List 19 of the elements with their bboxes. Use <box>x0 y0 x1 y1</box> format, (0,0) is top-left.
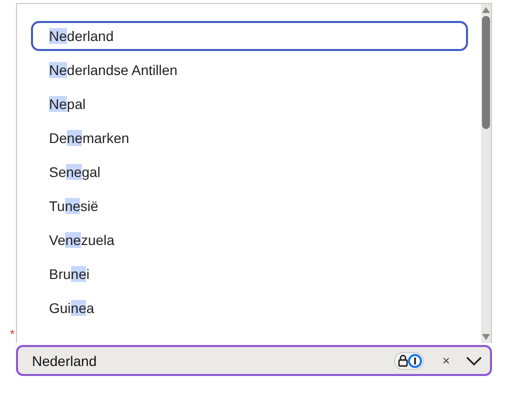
country-option[interactable]: Nederland <box>31 21 468 51</box>
combobox-value: Nederland <box>32 352 98 368</box>
scrollbar-thumb[interactable] <box>482 16 490 129</box>
country-option[interactable]: Brunei <box>31 259 468 289</box>
country-option[interactable]: Tunesië <box>31 191 468 221</box>
country-option[interactable]: Nepal <box>31 89 468 119</box>
required-mark: * <box>10 327 15 341</box>
scrollbar[interactable] <box>481 4 491 343</box>
scroll-up-icon[interactable] <box>482 7 490 13</box>
country-option[interactable]: Denemarken <box>31 123 468 153</box>
country-option[interactable]: Nederlandse Antillen <box>31 55 468 85</box>
country-option[interactable]: Senegal <box>31 157 468 187</box>
clear-button[interactable]: × <box>442 353 450 368</box>
password-manager-icon[interactable] <box>394 352 424 370</box>
scroll-down-icon[interactable] <box>482 334 490 340</box>
country-option[interactable]: Guinea <box>31 293 468 323</box>
country-combobox[interactable]: Nederland × <box>16 345 492 376</box>
country-option[interactable]: Venezuela <box>31 225 468 255</box>
chevron-down-icon[interactable] <box>466 356 482 366</box>
